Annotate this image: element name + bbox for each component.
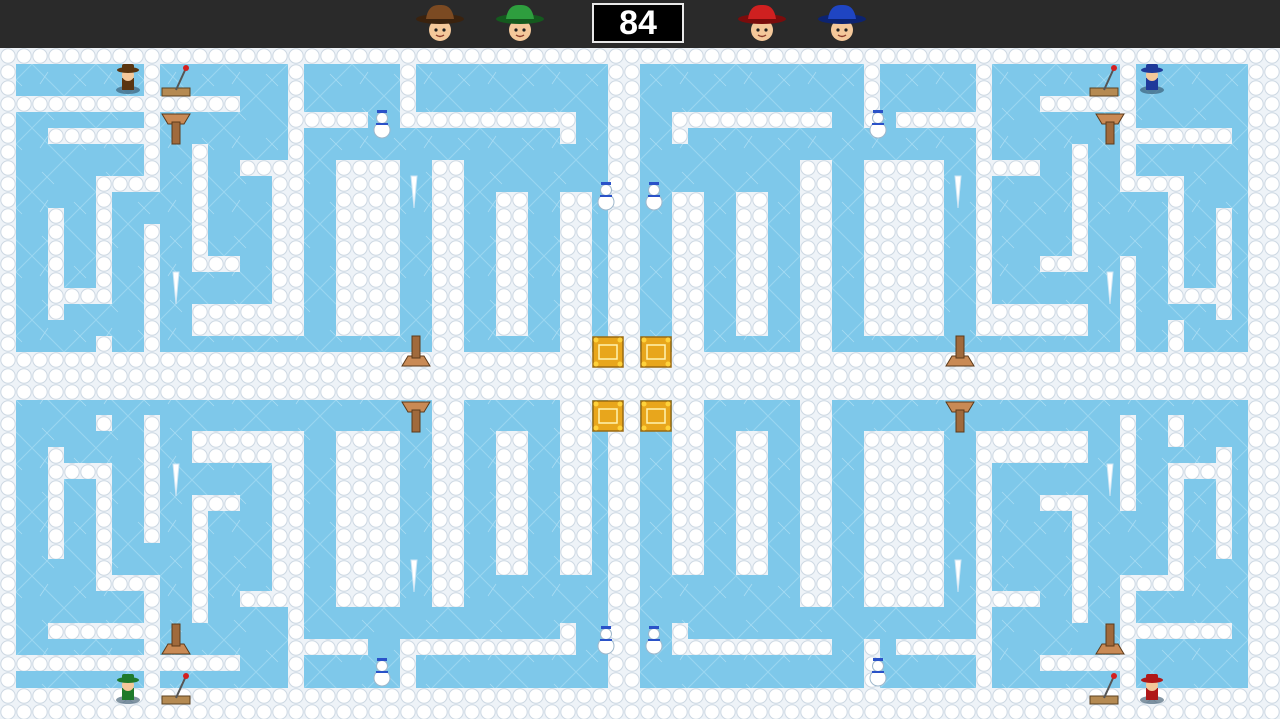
snow-wall: [1168, 415, 1184, 447]
snow-wall: [608, 415, 640, 703]
snow-wall: [336, 431, 400, 607]
snow-wall: [560, 112, 576, 144]
snow-wall: [1136, 623, 1232, 639]
snow-wall: [672, 192, 704, 368]
snow-wall: [608, 64, 640, 352]
green-player-portrait: [494, 2, 546, 46]
snow-wall: [96, 336, 112, 352]
snow-wall: [192, 495, 208, 623]
snow-wall: [1120, 256, 1136, 352]
snow-wall: [800, 160, 832, 368]
snow-wall: [672, 112, 688, 144]
snow-wall: [992, 160, 1040, 176]
snow-wall: [864, 431, 944, 607]
snow-wall: [672, 112, 832, 128]
snow-wall: [1136, 128, 1232, 144]
snow-wall: [48, 128, 144, 144]
snow-wall: [560, 192, 592, 368]
snow-wall: [144, 575, 160, 703]
snow-wall: [304, 112, 368, 128]
treasure-crate[interactable]: [592, 336, 624, 368]
snow-wall: [1040, 96, 1120, 112]
snow-wall: [864, 160, 944, 336]
snow-wall: [400, 112, 560, 128]
snow-wall: [672, 623, 688, 655]
snow-wall: [976, 304, 1088, 336]
snow-wall: [896, 639, 976, 655]
snow-wall: [16, 96, 144, 112]
snow-wall: [976, 431, 992, 703]
snow-wall: [400, 639, 560, 655]
snow-wall: [976, 64, 992, 336]
snow-wall: [192, 144, 208, 272]
snow-wall: [1216, 208, 1232, 320]
hud-bar: 84: [0, 0, 1280, 48]
treasure-crate[interactable]: [640, 400, 672, 432]
treasure-crate[interactable]: [640, 336, 672, 368]
snow-wall: [1168, 320, 1184, 352]
snow-walls: [16, 64, 1264, 703]
treasure-crate[interactable]: [592, 400, 624, 432]
snow-wall: [208, 256, 240, 272]
snow-wall: [272, 463, 288, 607]
snow-wall: [1120, 575, 1136, 703]
snow-wall: [48, 623, 144, 639]
snow-wall: [96, 176, 112, 304]
snow-wall: [1040, 655, 1120, 671]
snow-wall: [1072, 495, 1088, 623]
snow-wall: [16, 655, 144, 671]
snow-wall: [1168, 176, 1184, 304]
snow-wall: [1120, 415, 1136, 511]
red-player-portrait: [736, 2, 788, 46]
snow-wall: [192, 431, 304, 463]
snow-wall: [1120, 64, 1136, 192]
snow-wall: [336, 160, 400, 336]
snow-wall: [48, 208, 64, 320]
snow-wall: [1040, 256, 1072, 272]
snow-wall: [1168, 463, 1184, 591]
snow-wall: [1168, 288, 1216, 304]
snow-wall: [288, 64, 304, 336]
snow-wall: [1040, 495, 1072, 511]
snow-wall: [96, 463, 112, 591]
snow-wall: [272, 160, 288, 304]
snow-wall: [560, 399, 592, 575]
snow-wall: [992, 591, 1040, 607]
snow-wall: [496, 431, 528, 575]
snow-wall: [144, 224, 160, 352]
round-timer: 84: [592, 3, 684, 43]
snow-wall: [1168, 463, 1216, 479]
snow-wall: [208, 495, 240, 511]
snow-wall: [160, 655, 240, 671]
snow-wall: [304, 639, 368, 655]
snow-wall: [976, 431, 1088, 463]
snow-wall: [560, 623, 576, 655]
snow-wall: [288, 431, 304, 703]
snow-wall: [496, 192, 528, 336]
snow-wall: [160, 96, 240, 112]
snow-wall: [64, 288, 112, 304]
snow-wall: [16, 352, 608, 400]
snow-wall: [1216, 447, 1232, 559]
snow-wall: [1072, 144, 1088, 272]
snow-wall: [896, 112, 976, 128]
snow-wall: [48, 447, 64, 559]
snow-wall: [432, 399, 464, 607]
snow-wall: [192, 304, 304, 336]
blue-player-portrait: [816, 2, 868, 46]
snow-wall: [144, 415, 160, 543]
maze-board: [0, 48, 1280, 719]
snow-wall: [736, 192, 768, 336]
snow-wall: [672, 639, 832, 655]
snow-wall: [64, 463, 112, 479]
snow-wall: [144, 64, 160, 192]
snow-wall: [96, 415, 112, 431]
snow-wall: [736, 431, 768, 575]
snow-wall: [432, 160, 464, 368]
snow-wall: [800, 399, 832, 607]
snow-wall: [672, 399, 704, 575]
brown-player-portrait: [414, 2, 466, 46]
